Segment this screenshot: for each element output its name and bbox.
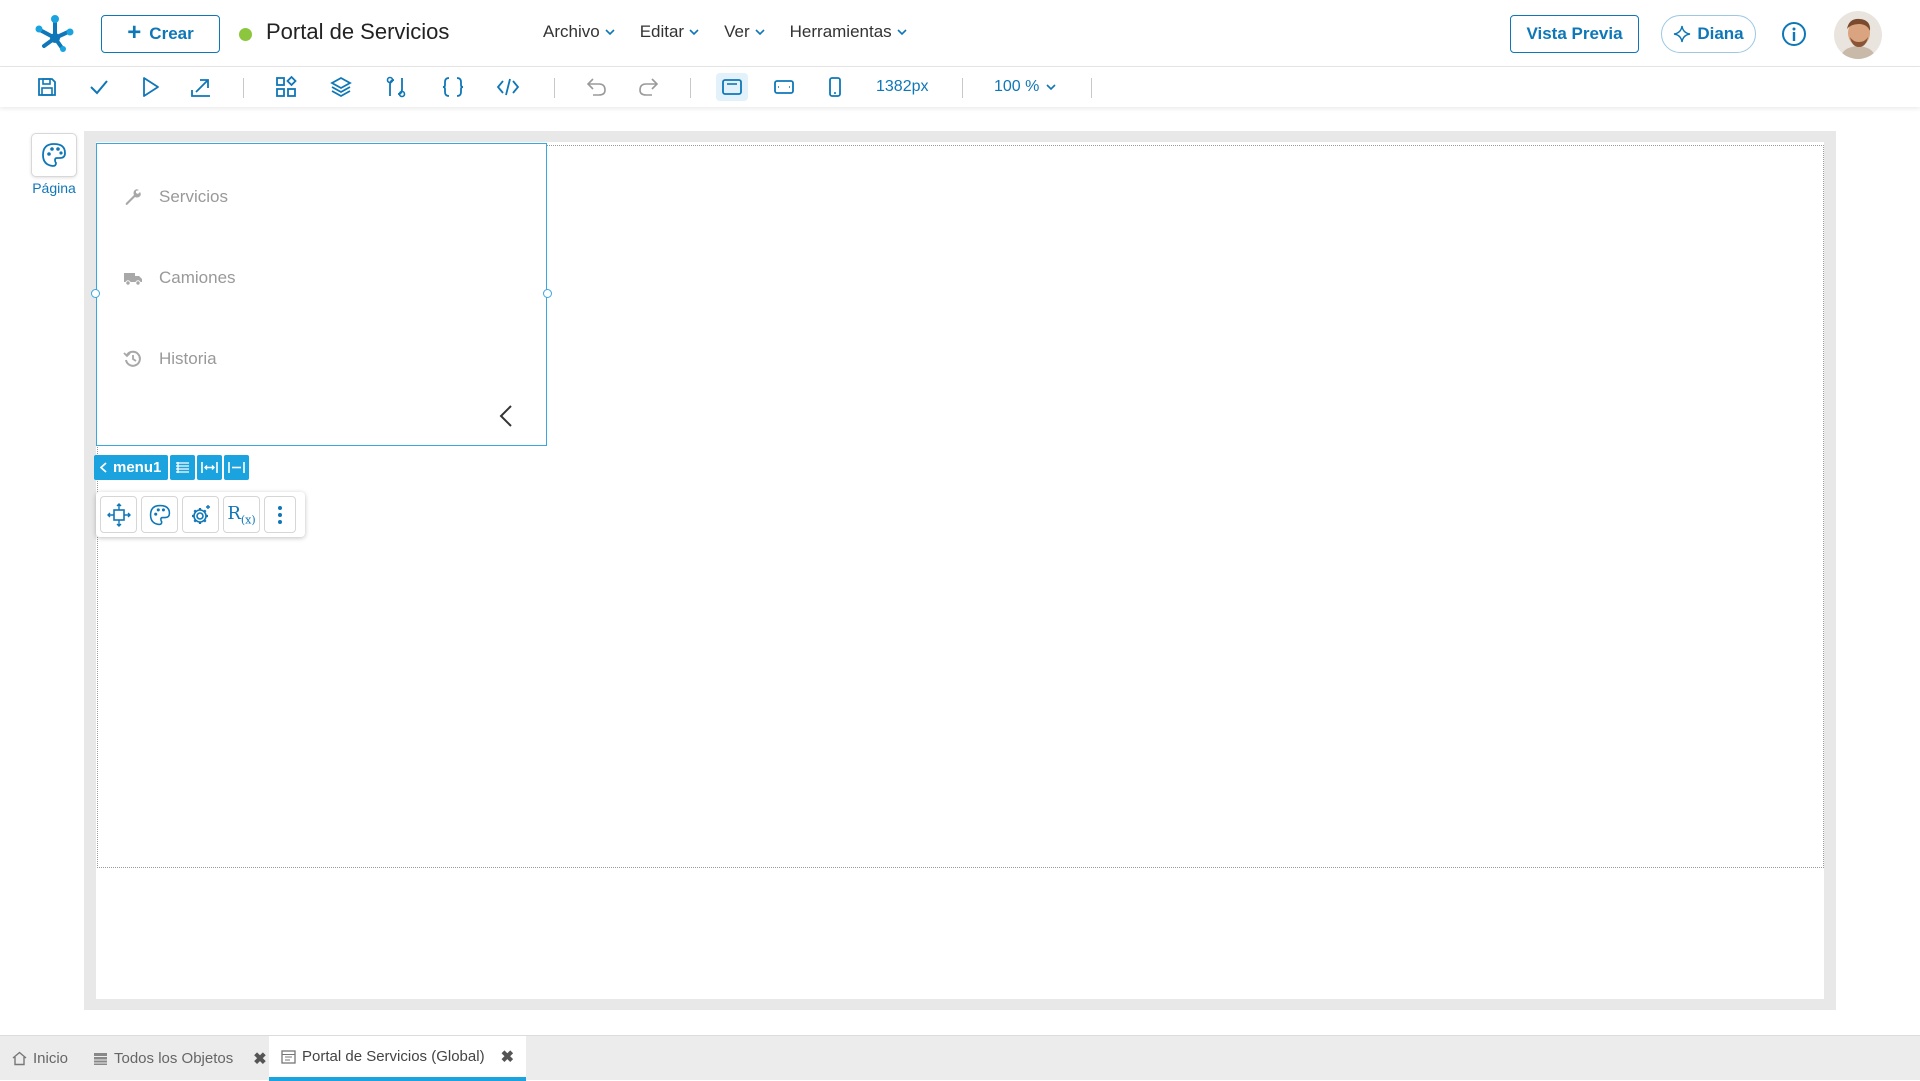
menu-editar-label: Editar [639,22,685,41]
menu-herramientas[interactable]: Herramientas [790,22,907,42]
list-icon [94,1052,107,1065]
chevron-down-icon [897,28,907,35]
chevron-down-icon [605,28,615,35]
fit-width-icon [201,462,219,473]
chevron-down-icon [1046,83,1056,90]
publish-icon[interactable] [189,75,213,99]
menu-archivo[interactable]: Archivo [543,22,615,42]
menu-item-servicios[interactable]: Servicios [123,187,228,207]
fit-width-button[interactable] [197,455,223,480]
menu-component[interactable]: Servicios Camiones Historia [96,143,547,446]
menu-item-historia[interactable]: Historia [123,349,217,369]
component-tag: menu1 [94,455,250,480]
wrench-icon [125,189,141,205]
tab-portal-de-servicios[interactable]: Portal de Servicios (Global) ✖ [269,1036,526,1081]
palette-icon [149,504,170,525]
tablet-view-icon[interactable] [772,75,796,99]
toolbar-divider [962,78,963,98]
desktop-view-icon[interactable] [720,75,744,99]
move-icon [106,502,131,527]
menu-ver-label: Ver [724,22,750,41]
info-icon[interactable] [1781,21,1807,47]
menu-item-label: Camiones [159,268,236,287]
toolbar-divider [1091,78,1092,98]
full-width-button[interactable] [224,455,250,480]
assistant-label: Diana [1697,24,1744,43]
plus-icon: + [127,19,142,46]
history-icon [123,350,141,367]
assistant-button[interactable]: Diana [1661,15,1756,53]
logic-flow-icon[interactable] [384,75,408,99]
page-styles-button[interactable] [31,133,77,177]
resize-handle-right[interactable] [543,289,552,298]
app-logo-icon[interactable] [34,14,76,52]
mobile-view-icon[interactable] [823,75,847,99]
bottom-tab-bar: Inicio Todos los Objetos ✖ Portal de Ser… [0,1035,1920,1081]
more-vertical-icon [278,505,282,524]
tab-label: Inicio [33,1050,69,1067]
status-indicator [239,28,252,41]
user-avatar[interactable] [1834,11,1882,59]
braces-icon[interactable] [441,75,465,99]
play-icon[interactable] [138,75,162,99]
check-icon[interactable] [87,75,111,99]
create-label: Crear [149,24,194,43]
toolbar-divider [690,78,691,98]
more-options-button[interactable] [264,496,296,533]
zoom-select[interactable]: 100 % [994,78,1056,96]
save-icon[interactable] [35,75,59,99]
rules-button[interactable]: R(x) [223,496,260,533]
menu-item-label: Historia [159,349,217,368]
chevron-down-icon [689,28,699,35]
chevron-left-icon [100,462,107,473]
editor-toolbar: 1382px 100 % [0,67,1920,107]
code-icon[interactable] [496,75,520,99]
menu-editar[interactable]: Editar [640,22,699,42]
tab-label: Todos los Objetos [114,1050,234,1067]
components-icon[interactable] [274,75,298,99]
layers-icon[interactable] [329,75,353,99]
home-icon [12,1051,27,1066]
main-menubar: Archivo Editar Ver Herramientas [543,22,907,42]
tab-label: Portal de Servicios (Global) [302,1048,485,1065]
toolbar-divider [243,78,244,98]
menu-herramientas-label: Herramientas [789,22,892,41]
tab-inicio[interactable]: Inicio [12,1036,68,1081]
select-parent-button[interactable]: menu1 [94,455,169,480]
close-icon[interactable]: ✖ [501,1047,514,1067]
gear-icon [191,504,210,524]
chevron-left-icon[interactable] [499,404,513,428]
resize-handle-left[interactable] [91,289,100,298]
component-actions: R(x) [96,492,305,537]
menu-item-label: Servicios [159,187,228,206]
settings-button[interactable] [182,496,219,533]
menu-item-camiones[interactable]: Camiones [123,268,236,288]
create-button[interactable]: + Crear [101,15,220,53]
move-button[interactable] [100,496,137,533]
sparkle-icon [1674,25,1691,43]
close-icon[interactable]: ✖ [253,1049,266,1069]
redo-icon[interactable] [636,75,660,99]
component-name: menu1 [113,459,162,476]
page-icon [281,1049,296,1064]
align-list-button[interactable] [170,455,196,480]
truck-icon [124,273,142,286]
undo-icon[interactable] [585,75,609,99]
top-header: + Crear Portal de Servicios Archivo Edit… [0,0,1920,67]
styles-button[interactable] [141,496,178,533]
rules-icon: R(x) [227,502,256,527]
menu-archivo-label: Archivo [543,22,600,41]
app-title: Portal de Servicios [266,19,450,44]
menu-ver[interactable]: Ver [724,22,765,42]
list-align-icon [176,462,190,473]
page-label: Página [32,180,76,196]
viewport-width-value[interactable]: 1382px [876,78,929,96]
palette-icon [42,143,66,167]
toolbar-divider [554,78,555,98]
chevron-down-icon [755,28,765,35]
zoom-value: 100 % [994,78,1040,95]
tab-todos-los-objetos[interactable]: Todos los Objetos ✖ [93,1036,267,1081]
full-width-icon [228,462,246,473]
preview-button[interactable]: Vista Previa [1510,15,1639,53]
